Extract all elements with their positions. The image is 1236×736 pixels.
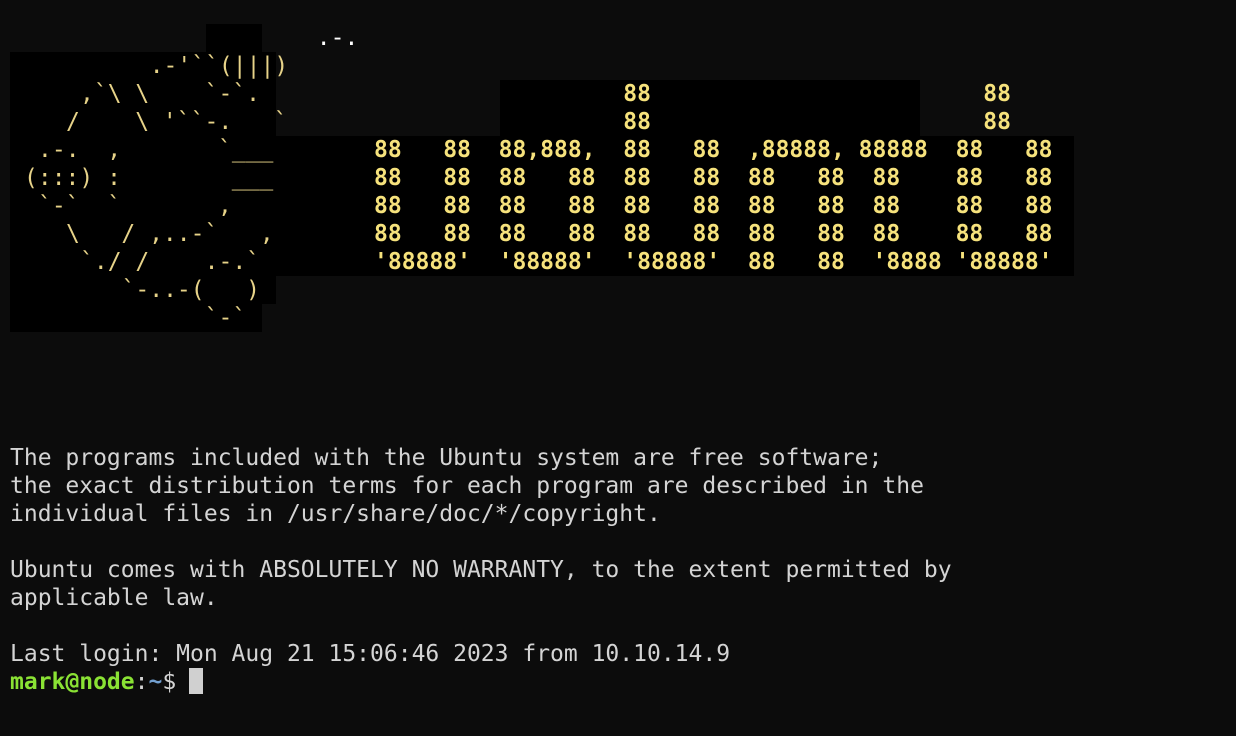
prompt-separator: : (134, 669, 149, 695)
banner-word-text: 88 88 88,888, 88 88 ,88888, 88888 88 88 (374, 137, 1053, 163)
logo-row: / \ '``-. ` (66, 109, 288, 135)
prompt-symbol: $ (162, 669, 177, 695)
banner-word-text: 88 88 88 88 88 88 88 88 88 88 88 (374, 221, 1053, 247)
ascii-banner: .-. .-'``(|||) ,`\ \ `-`. / \ '``-. ` .-… (10, 24, 1110, 332)
terminal-output: The programs included with the Ubuntu sy… (10, 444, 1210, 696)
logo-row: `-` ` , : (38, 193, 288, 219)
shell-prompt[interactable]: mark@node:~$ (10, 668, 1210, 696)
motd-line: Ubuntu comes with ABSOLUTELY NO WARRANTY… (10, 557, 952, 583)
logo-row: `-` (80, 305, 247, 331)
motd-line: the exact distribution terms for each pr… (10, 473, 924, 499)
text-cursor[interactable] (189, 668, 204, 694)
banner-word-text: 88 88 (374, 81, 1011, 107)
logo-row: .-. , `___: (38, 137, 288, 163)
motd-line: individual files in /usr/share/doc/*/cop… (10, 501, 661, 527)
last-login-line: Last login: Mon Aug 21 15:06:46 2023 fro… (10, 641, 731, 667)
banner-word-text: 88 88 88 88 88 88 88 88 88 88 88 (374, 165, 1053, 191)
motd-line: The programs included with the Ubuntu sy… (10, 445, 883, 471)
logo-row: ,`\ \ `-`. (80, 81, 261, 107)
terminal-window[interactable]: .-. .-'``(|||) ,`\ \ `-`. / \ '``-. ` .-… (0, 0, 1236, 736)
logo-row: `-..-( ) (80, 277, 261, 303)
banner-word-text: 88 88 (374, 109, 1011, 135)
banner-word-text: '88888' '88888' '88888' 88 88 '8888 '888… (374, 249, 1053, 275)
prompt-user-host: mark@node (10, 669, 135, 695)
logo-row: .-'``(|||) (122, 53, 289, 79)
logo-row: .-. (206, 25, 359, 51)
prompt-path: ~ (148, 669, 163, 695)
logo-row: \ / ,..-` , (66, 221, 274, 247)
logo-row: (:::) : ___ (24, 165, 274, 191)
logo-row: `./ / .-.` (80, 249, 261, 275)
motd-line: applicable law. (10, 585, 218, 611)
banner-word-text: 88 88 88 88 88 88 88 88 88 88 88 (374, 193, 1053, 219)
